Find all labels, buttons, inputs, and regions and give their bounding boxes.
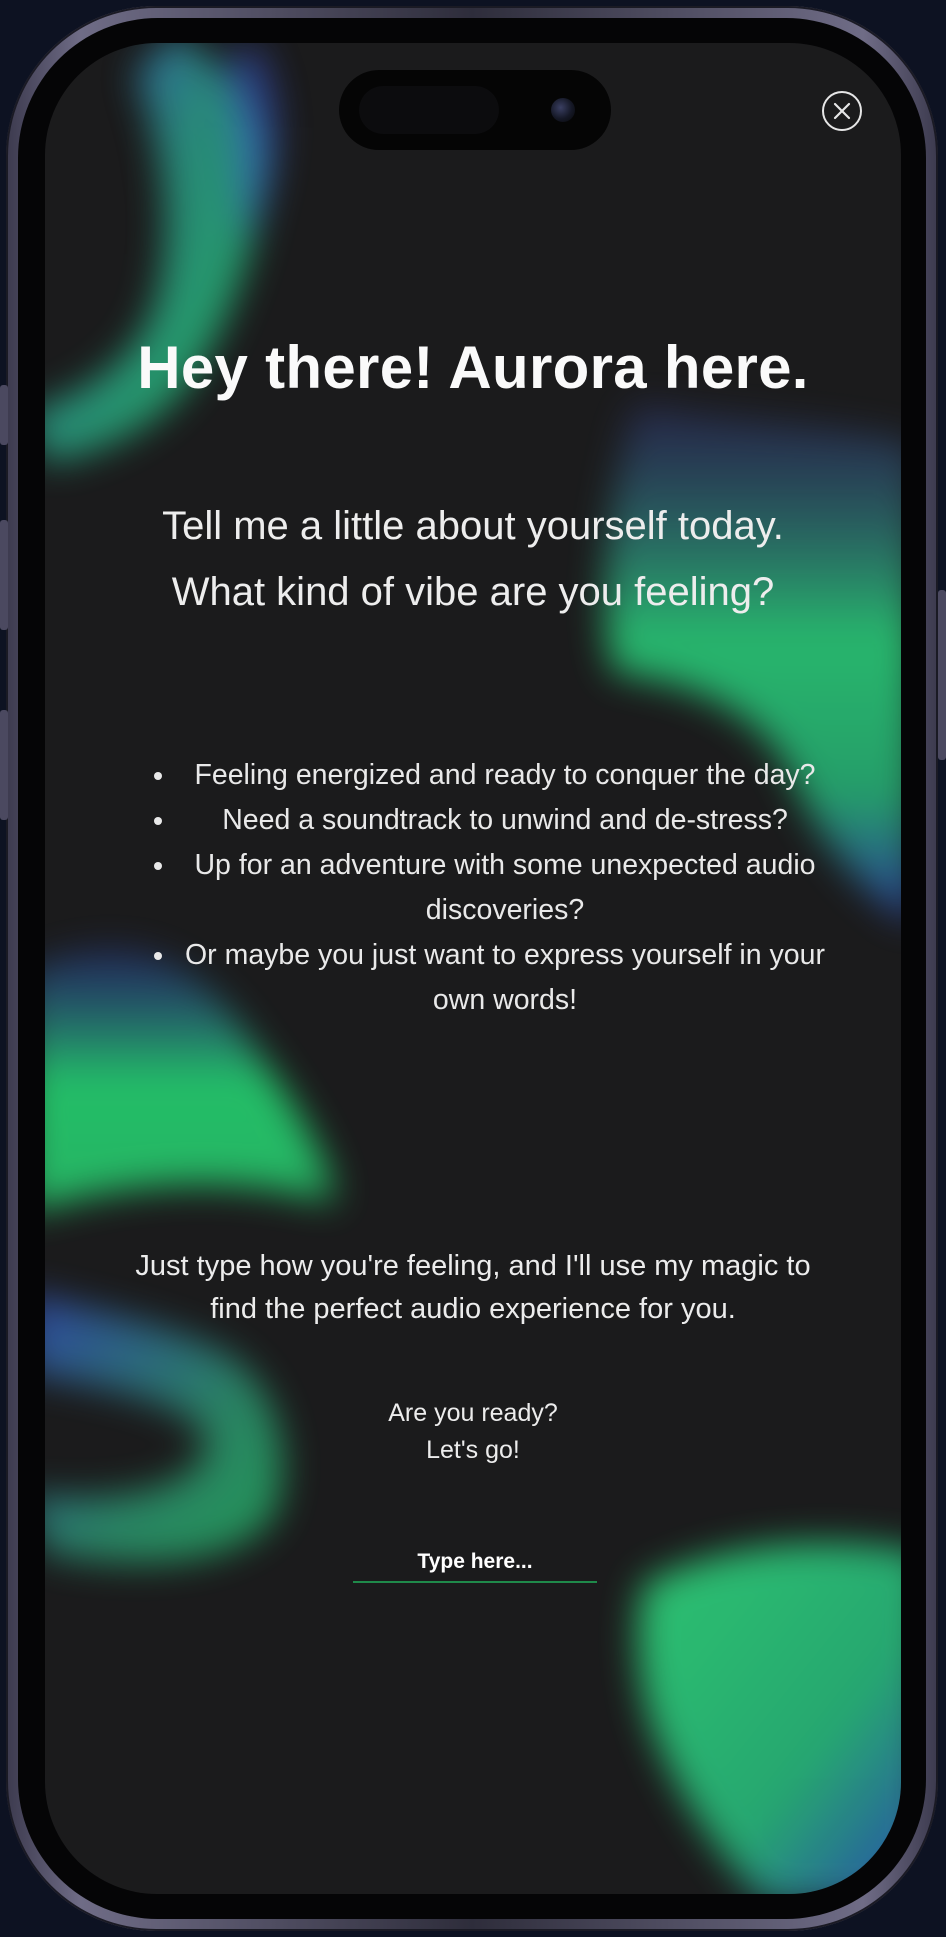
ready-prompt: Are you ready? Let's go! [45,1395,901,1469]
subtitle-line: What kind of vibe are you feeling? [171,570,775,614]
vibe-options-list: Feeling energized and ready to conquer t… [135,753,827,1023]
page-title: Hey there! Aurora here. [137,334,809,401]
feeling-input[interactable] [353,1543,597,1583]
ready-line: Let's go! [426,1436,520,1464]
list-item: Feeling energized and ready to conquer t… [177,753,827,798]
ready-line: Are you ready? [388,1399,558,1427]
side-button-volume-up [0,520,8,630]
side-button-power [938,590,946,760]
side-button-volume-down [0,710,8,820]
instruction-text: Just type how you're feeling, and I'll u… [135,1250,811,1325]
welcome-content: Hey there! Aurora here. Tell me a little… [45,43,901,1894]
list-item: Need a soundtrack to unwind and de-stres… [177,798,827,843]
side-button-silent [0,385,8,445]
list-item: Or maybe you just want to express yourse… [177,933,827,1023]
list-item: Up for an adventure with some unexpected… [177,843,827,933]
subtitle-line: Tell me a little about yourself today. [162,504,784,548]
app-screen: Hey there! Aurora here. Tell me a little… [45,43,901,1894]
page-subtitle: Tell me a little about yourself today. W… [95,493,851,625]
